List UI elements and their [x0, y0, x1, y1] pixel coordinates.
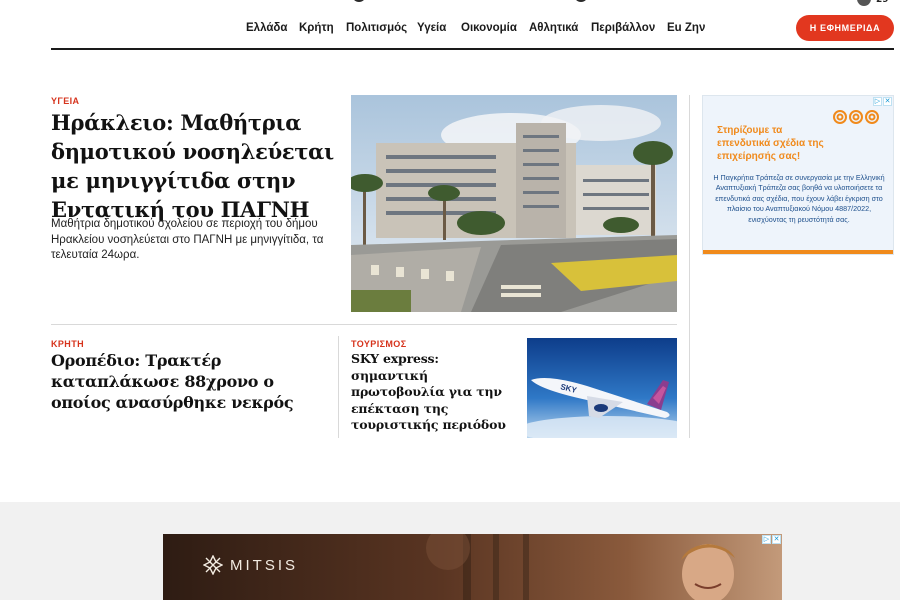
- section-divider: [51, 324, 677, 325]
- ad-headline: Στηρίζουμε τα επενδυτικά σχέδια της επιχ…: [717, 125, 824, 162]
- lead-headline[interactable]: Ηράκλειο: Μαθήτρια δημοτικού νοσηλεύεται…: [51, 108, 341, 224]
- nav-item-greece[interactable]: Ελλάδα: [246, 22, 287, 34]
- site-logo-fragment[interactable]: [574, 0, 588, 2]
- nav-item-health[interactable]: Υγεία: [417, 22, 446, 34]
- nav-item-sports[interactable]: Αθλητικά: [529, 22, 578, 34]
- nav-item-environment[interactable]: Περιβάλλον: [591, 22, 655, 34]
- lead-category-link[interactable]: ΥΓΕΙΑ: [51, 96, 79, 106]
- ad-info-icon[interactable]: ▷: [762, 535, 771, 544]
- ad-brand-name: MITSIS: [230, 557, 299, 574]
- story3-category-link[interactable]: ΤΟΥΡΙΣΜΟΣ: [351, 339, 407, 349]
- column-divider: [338, 336, 339, 438]
- bank-logo-icon: [833, 110, 879, 124]
- weather-icon: [857, 0, 871, 6]
- lead-summary: Μαθήτρια δημοτικού σχολείου σε περιοχή τ…: [51, 218, 324, 261]
- top-strip: 29: [0, 0, 900, 8]
- nav-item-crete[interactable]: Κρήτη: [299, 22, 334, 34]
- nav-item-eu-zin[interactable]: Eu Ζην: [667, 22, 705, 34]
- sidebar-divider: [689, 95, 690, 438]
- sidebar-advertisement[interactable]: ▷ ✕ Στηρίζουμε τα επενδυτικά σχέδια της …: [702, 95, 894, 255]
- mitsis-logo-icon: [203, 555, 223, 575]
- site-logo-fragment[interactable]: [352, 0, 366, 2]
- bottom-banner-advertisement[interactable]: ▷ ✕ MITSIS: [163, 534, 782, 600]
- lead-article-image[interactable]: [351, 95, 677, 312]
- main-nav: Ελλάδα Κρήτη Πολιτισμός Υγεία Οικονομία …: [0, 22, 900, 40]
- story3-article-image[interactable]: SKY: [527, 338, 677, 438]
- newspaper-button[interactable]: Η ΕΦΗΜΕΡΙΔΑ: [796, 15, 894, 41]
- ad-accent-bar: [703, 250, 893, 254]
- ad-close-icon[interactable]: ✕: [883, 97, 892, 106]
- ad-choices[interactable]: ▷ ✕: [762, 535, 781, 544]
- ad-close-icon[interactable]: ✕: [772, 535, 781, 544]
- story2-headline[interactable]: Οροπέδιο: Τρακτέρ καταπλάκωσε 88χρονο ο …: [51, 350, 331, 413]
- ad-body-text: Η Παγκρήτια Τράπεζα σε συνεργασία με την…: [713, 173, 885, 224]
- story3-headline[interactable]: SKY express: σημαντική πρωτοβουλία για τ…: [351, 351, 516, 434]
- story2-category-link[interactable]: ΚΡΗΤΗ: [51, 339, 84, 349]
- ad-info-icon[interactable]: ▷: [873, 97, 882, 106]
- nav-item-culture[interactable]: Πολιτισμός: [346, 22, 407, 34]
- weather-temperature: 29: [876, 0, 889, 5]
- nav-item-economy[interactable]: Οικονομία: [461, 22, 517, 34]
- nav-divider: [51, 48, 894, 50]
- ad-choices[interactable]: ▷ ✕: [873, 97, 892, 106]
